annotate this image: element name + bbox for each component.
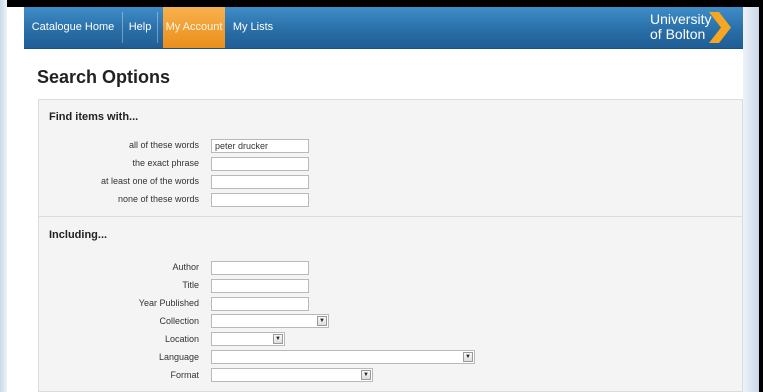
window-frame-top [0,0,763,7]
location-select[interactable]: ▼ [211,332,285,346]
none-words-label: none of these words [117,194,199,204]
nav-my-lists[interactable]: My Lists [227,7,279,48]
chevron-down-icon[interactable]: ▼ [317,316,327,326]
nav-help[interactable]: Help [123,7,157,48]
title-label: Title [182,280,199,290]
any-words-label: at least one of the words [100,176,199,186]
nav-catalogue-home[interactable]: Catalogue Home [24,7,122,48]
location-label: Location [164,334,199,344]
language-select[interactable]: ▼ [211,350,475,364]
chevron-down-icon[interactable]: ▼ [361,370,371,380]
exact-phrase-label: the exact phrase [132,158,199,168]
logo-line-2: of Bolton [650,26,706,42]
including-panel: Including... Author Title Year Published… [38,216,743,392]
find-items-panel: Find items with... all of these words th… [38,99,743,217]
exact-phrase-input[interactable] [211,157,309,171]
format-select[interactable]: ▼ [211,368,373,382]
all-words-input[interactable] [211,139,309,153]
language-label: Language [158,352,199,362]
window-frame-left [0,0,7,392]
none-words-input[interactable] [211,193,309,207]
page-title: Search Options [37,67,171,87]
logo-chevron-icon [709,12,731,43]
collection-select[interactable]: ▼ [211,314,329,328]
window-frame-right [759,0,763,392]
page: Catalogue Home Help My Account My Lists … [24,7,743,392]
year-published-label: Year Published [138,298,199,308]
including-heading: Including... [49,229,108,241]
window-frame-right-shade [743,7,759,392]
all-words-label: all of these words [128,140,199,150]
collection-label: Collection [159,316,199,326]
author-input[interactable] [211,261,309,275]
year-published-input[interactable] [211,297,309,311]
university-of-bolton-logo[interactable]: University of Bolton [642,10,734,46]
author-label: Author [172,262,199,272]
any-words-input[interactable] [211,175,309,189]
top-navbar: Catalogue Home Help My Account My Lists … [24,7,743,49]
chevron-down-icon[interactable]: ▼ [273,334,283,344]
logo-text: University of Bolton [650,12,711,42]
logo-line-1: University [650,11,712,27]
chevron-down-icon[interactable]: ▼ [463,352,473,362]
find-items-heading: Find items with... [49,111,139,123]
format-label: Format [170,370,199,380]
title-input[interactable] [211,279,309,293]
nav-separator [157,12,158,43]
nav-my-account[interactable]: My Account [163,7,225,48]
